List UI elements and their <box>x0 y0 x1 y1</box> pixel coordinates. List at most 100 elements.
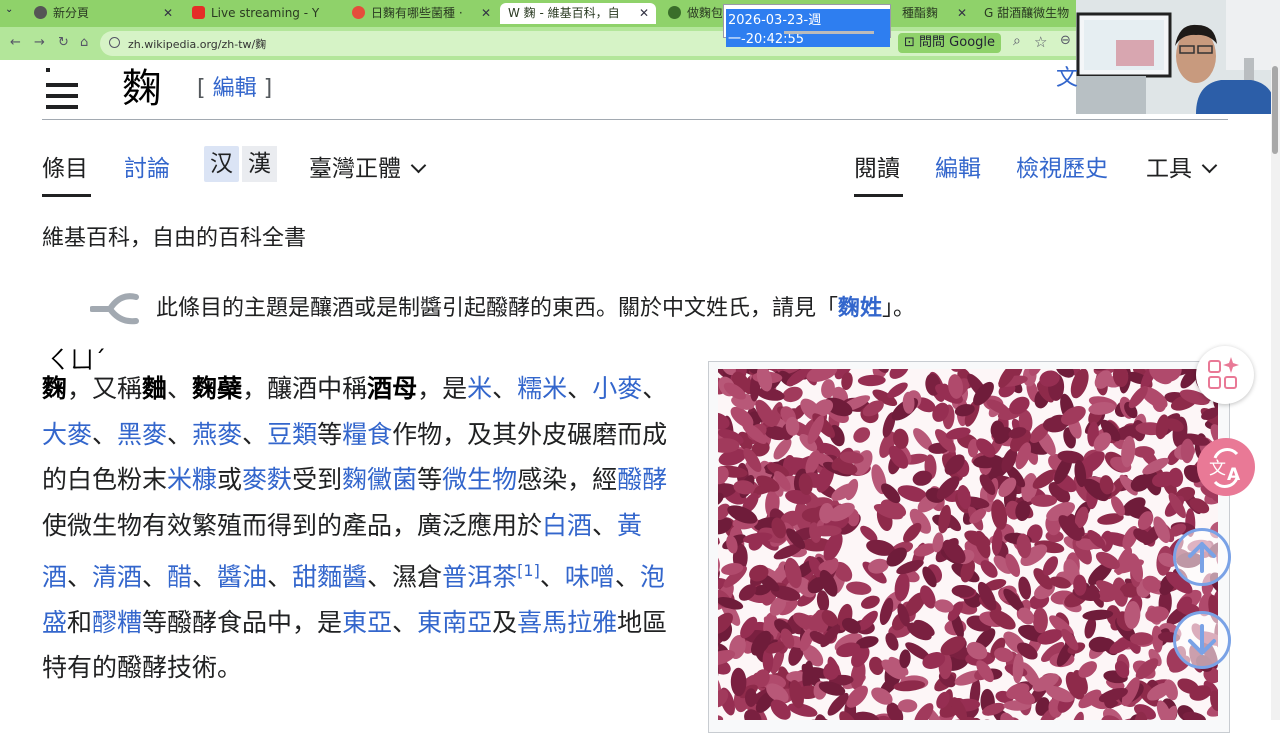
article-link[interactable]: 東亞 <box>342 608 392 637</box>
extensions-icon[interactable]: ⊖ <box>1060 33 1071 48</box>
article-link[interactable]: 米糠 <box>167 465 217 494</box>
tab-article-underline <box>42 194 91 197</box>
scroll-down-button[interactable] <box>1173 611 1231 669</box>
article-link[interactable]: 麴黴菌 <box>342 465 417 494</box>
article-link[interactable]: 甜麵醬 <box>292 562 367 591</box>
body-text: ，釀酒中稱 <box>242 374 368 403</box>
timestamp-text: 2026-03-23-週一-20:42:55 <box>726 9 890 47</box>
article-link[interactable]: 白酒 <box>542 511 592 540</box>
browser-tab-koji-species[interactable]: 日麴有哪些菌種 · ✕ <box>342 3 498 24</box>
variant-simplified-button[interactable]: 汉 <box>204 146 239 182</box>
article-link[interactable]: 大麥 <box>42 420 92 449</box>
tab-history[interactable]: 檢視歷史 <box>1016 149 1108 183</box>
browser-tab-wikipedia[interactable]: W 麴 - 維基百科，自 ✕ <box>500 3 656 24</box>
section-edit-link[interactable]: [ 編輯 ] <box>197 70 272 102</box>
hatnote: 此條目的主題是釀酒或是制醬引起醱酵的東西。關於中文姓氏，請見「麴姓」。 <box>156 296 916 321</box>
close-tab-icon[interactable]: ✕ <box>957 3 967 24</box>
article-link[interactable]: 醪糟 <box>92 608 142 637</box>
article-link[interactable]: 麥麩 <box>242 465 292 494</box>
body-text: 、 <box>267 562 293 592</box>
bookmark-star-icon[interactable]: ☆ <box>1034 33 1047 51</box>
forward-icon[interactable]: → <box>34 35 45 50</box>
tab-article[interactable]: 條目 <box>42 149 88 183</box>
variant-traditional-button[interactable]: 漢 <box>242 146 277 182</box>
rice-grain <box>1071 711 1084 720</box>
home-icon[interactable]: ⌂ <box>80 35 88 50</box>
red-yeast-rice-image[interactable] <box>718 369 1218 720</box>
tab-edit[interactable]: 編輯 <box>935 149 981 183</box>
tab-read[interactable]: 閱讀 <box>854 149 900 183</box>
apps-floating-button[interactable] <box>1196 346 1254 404</box>
close-tab-icon[interactable]: ✕ <box>639 3 649 24</box>
tab-talk[interactable]: 討論 <box>124 149 170 183</box>
title-divider <box>42 119 1228 120</box>
browser-tab-google[interactable]: G 甜酒釀微生物 <box>978 3 1076 24</box>
article-link[interactable]: 清酒 <box>92 562 142 591</box>
site-info-icon[interactable] <box>109 37 120 48</box>
ask-google-button[interactable]: ⊡ 問問 Google <box>898 33 1002 53</box>
body-text: 和 <box>67 607 93 637</box>
page-scrollbar-thumb[interactable] <box>1272 66 1278 154</box>
body-text: 及 <box>492 607 518 637</box>
article-link[interactable]: 小麥 <box>592 374 642 403</box>
reload-icon[interactable]: ↻ <box>58 35 69 50</box>
article-link[interactable]: 燕麥 <box>192 420 242 449</box>
article-link[interactable]: 豆類 <box>267 420 317 449</box>
body-text: 等 <box>317 419 343 449</box>
browser-tab-youtube[interactable]: Live streaming - Y <box>182 3 340 24</box>
article-link[interactable]: 微生物 <box>442 465 517 494</box>
article-link[interactable]: 糯米 <box>517 374 567 403</box>
page-icon <box>668 6 681 19</box>
hatnote-link[interactable]: 麴姓 <box>838 296 882 321</box>
rice-grain <box>718 714 724 720</box>
language-button[interactable]: 文 <box>1056 60 1078 92</box>
article-link[interactable]: 味噌 <box>565 562 615 591</box>
article-link[interactable]: 普洱茶 <box>442 562 517 591</box>
chevron-down-icon <box>410 157 427 174</box>
article-link[interactable]: 喜馬拉雅 <box>517 608 617 637</box>
bold-term: 麴蘗 <box>192 374 243 403</box>
red-yeast-rice-photo <box>718 369 1218 720</box>
translate-floating-button[interactable]: 文 A <box>1197 438 1255 496</box>
rice-grain <box>845 581 872 595</box>
body-text: 感染，經 <box>517 465 618 494</box>
scroll-up-button[interactable] <box>1173 528 1231 586</box>
body-text: 受到 <box>292 465 343 494</box>
article-link[interactable]: 醱酵 <box>617 465 667 494</box>
browser-tab-ester[interactable]: 種酯麴 ✕ <box>898 3 974 24</box>
body-text: 、 <box>192 562 218 592</box>
body-text: 、 <box>67 562 93 592</box>
body-text: 、 <box>167 419 193 449</box>
article-link[interactable]: 黑麥 <box>117 420 167 449</box>
back-icon[interactable]: ← <box>10 35 21 50</box>
body-text: 使微生物有效繁殖而得到的產品，廣泛應用於 <box>42 510 543 540</box>
article-link[interactable]: 醬油 <box>217 562 267 591</box>
zoom-icon[interactable]: ⌕ <box>1013 33 1021 49</box>
article-link[interactable]: 醋 <box>167 562 192 591</box>
browser-tab-bread[interactable]: 做麴包 <box>658 3 722 24</box>
body-text: 、 <box>614 562 640 592</box>
tab-search-icon[interactable]: ⌄ <box>5 4 13 15</box>
article-link[interactable]: 東南亞 <box>417 608 492 637</box>
chevron-down-icon <box>1201 157 1218 174</box>
tools-dropdown[interactable]: 工具 <box>1146 149 1218 183</box>
article-link[interactable]: 糧食 <box>342 420 392 449</box>
youtube-icon <box>192 6 205 19</box>
main-menu-icon[interactable] <box>46 64 78 116</box>
body-text: 、 <box>242 419 268 449</box>
body-text: 等 <box>417 465 443 494</box>
close-tab-icon[interactable]: ✕ <box>163 3 173 24</box>
variant-dropdown[interactable]: 臺灣正體 <box>309 149 427 183</box>
browser-tab-newtab[interactable]: 新分頁 ✕ <box>24 3 180 24</box>
body-text: 、 <box>642 374 668 403</box>
body-text: 、濕倉 <box>367 562 443 592</box>
svg-text:A: A <box>1227 465 1241 485</box>
bold-term: 麴 <box>42 374 68 403</box>
page-scrollbar[interactable] <box>1271 60 1280 720</box>
close-tab-icon[interactable]: ✕ <box>481 3 491 24</box>
body-text: 、 <box>592 510 618 540</box>
citation-link[interactable]: [1] <box>517 561 540 580</box>
url-text[interactable]: zh.wikipedia.org/zh-tw/麴 <box>128 36 266 52</box>
svg-text:文: 文 <box>1209 459 1226 479</box>
article-link[interactable]: 米 <box>467 374 492 403</box>
